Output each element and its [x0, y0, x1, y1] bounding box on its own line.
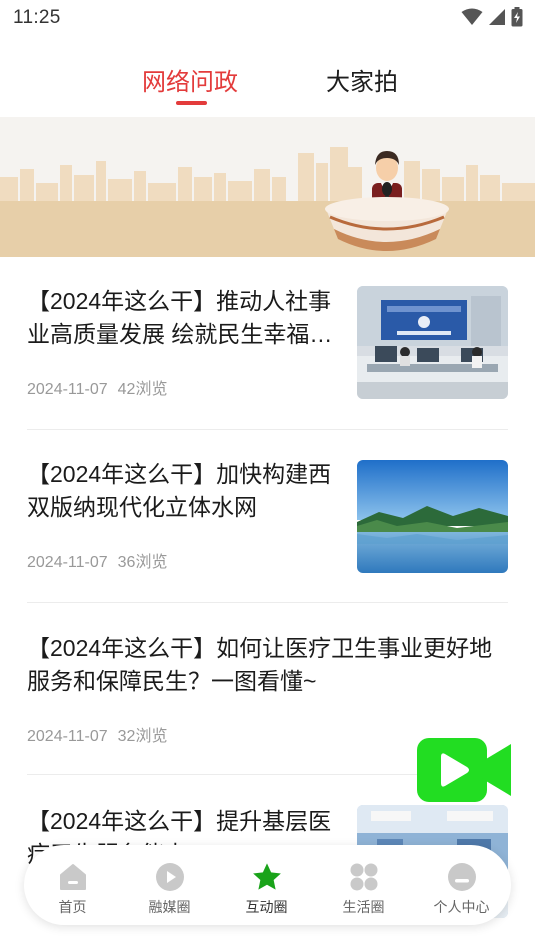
nav-item-media-circle[interactable]: 融媒圈: [121, 845, 218, 925]
nav-item-interaction-circle[interactable]: 互动圈: [218, 845, 315, 925]
status-bar: 11:25: [0, 0, 535, 38]
news-meta: 2024-11-07 36浏览: [27, 548, 167, 572]
news-date: 2024-11-07: [27, 554, 108, 571]
nav-item-life-circle[interactable]: 生活圈: [315, 845, 412, 925]
news-item[interactable]: 【2024年这么干】如何让医疗卫生事业更好地服务和保障民生？一图看懂~ 2024…: [27, 632, 508, 752]
battery-charging-icon: [511, 7, 523, 27]
divider: [27, 429, 508, 430]
nav-label: 个人中心: [433, 899, 490, 915]
news-meta: 2024-11-07 42浏览: [27, 375, 167, 399]
bottom-nav: 首页 融媒圈 互动圈 生活圈 个人中心: [24, 845, 511, 925]
video-camera-icon: [417, 738, 511, 802]
wifi-icon: [461, 8, 483, 25]
news-anchor-illustration: [0, 117, 535, 257]
signal-icon: [489, 9, 505, 25]
news-views: 32浏览: [117, 728, 168, 745]
nav-item-profile[interactable]: 个人中心: [413, 845, 510, 925]
grid-dots-icon: [349, 862, 379, 892]
news-item[interactable]: 【2024年这么干】推动人社事业高质量发展 绘就民生幸福新画卷 2024-11-…: [27, 285, 508, 405]
nav-item-home[interactable]: 首页: [24, 845, 121, 925]
nav-label: 首页: [58, 899, 87, 915]
news-thumbnail: [357, 286, 508, 399]
top-tab-bar: 网络问政 大家拍: [0, 56, 535, 112]
tab-everyone-shoots[interactable]: 大家拍: [326, 62, 398, 97]
banner[interactable]: [0, 117, 535, 257]
status-time: 11:25: [13, 7, 61, 28]
news-title: 【2024年这么干】如何让医疗卫生事业更好地服务和保障民生？一图看懂~: [27, 635, 493, 694]
home-icon: [58, 862, 88, 892]
news-thumbnail: [357, 460, 508, 573]
play-circle-icon: [155, 862, 185, 892]
lake-landscape-photo: [357, 460, 508, 573]
status-icons: [461, 7, 523, 27]
news-date: 2024-11-07: [27, 728, 108, 745]
news-views: 42浏览: [117, 381, 168, 398]
star-icon: [252, 862, 282, 892]
nav-label: 互动圈: [245, 899, 288, 915]
service-hall-photo: [357, 286, 508, 399]
news-title: 【2024年这么干】加快构建西双版纳现代化立体水网: [27, 461, 332, 520]
person-icon: [447, 862, 477, 892]
nav-label: 生活圈: [342, 899, 385, 915]
news-date: 2024-11-07: [27, 381, 108, 398]
float-video-button[interactable]: [417, 738, 511, 802]
nav-label: 融媒圈: [148, 899, 191, 915]
news-meta: 2024-11-07 32浏览: [27, 722, 167, 746]
tab-online-inquiry[interactable]: 网络问政: [142, 62, 238, 97]
divider: [27, 602, 508, 603]
news-views: 36浏览: [117, 554, 168, 571]
news-title: 【2024年这么干】推动人社事业高质量发展 绘就民生幸福新画卷: [27, 288, 333, 347]
news-item[interactable]: 【2024年这么干】加快构建西双版纳现代化立体水网 2024-11-07 36浏览: [27, 458, 508, 578]
active-tab-indicator: [176, 101, 207, 105]
